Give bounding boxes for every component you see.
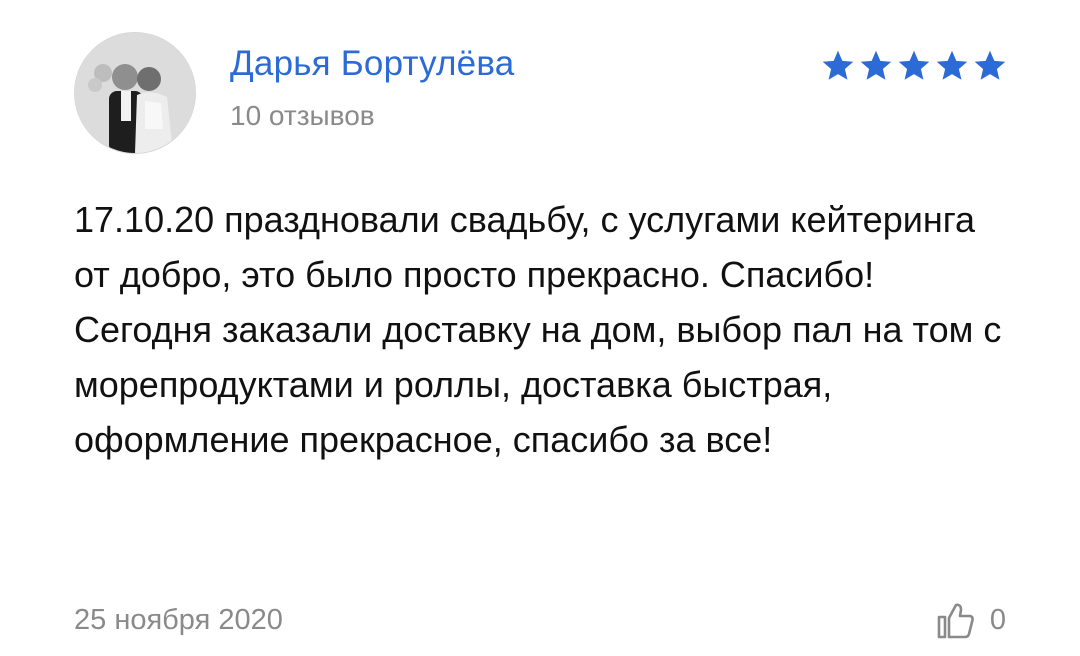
review-count: 10 отзывов <box>230 100 375 131</box>
star-icon <box>974 50 1006 80</box>
thumbs-up-icon <box>937 603 974 639</box>
star-icon <box>898 50 930 80</box>
review-date: 25 ноября 2020 <box>74 604 283 636</box>
avatar[interactable] <box>74 32 196 154</box>
star-rating <box>820 48 1008 84</box>
like-button[interactable]: 0 <box>936 600 1006 640</box>
star-icon <box>822 50 854 80</box>
author-name[interactable]: Дарья Бортулёва <box>230 44 514 84</box>
star-icon <box>860 50 892 80</box>
star-icon <box>936 50 968 80</box>
like-count: 0 <box>989 603 1006 636</box>
avatar-photo <box>75 33 195 153</box>
review-text: 17.10.20 праздновали свадьбу, с услугами… <box>74 199 1002 460</box>
